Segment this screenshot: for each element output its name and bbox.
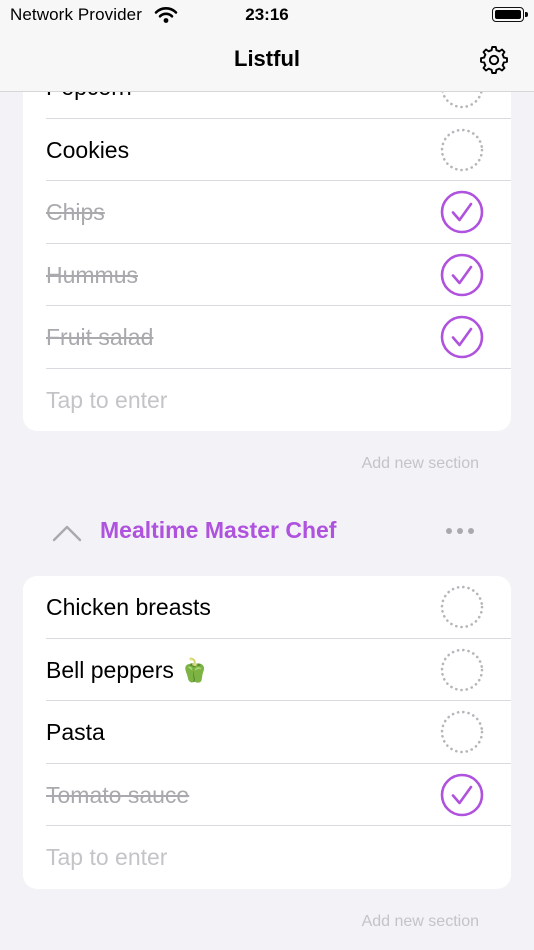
ellipsis-icon[interactable] — [444, 526, 476, 536]
new-item-input[interactable]: Tap to enter — [23, 369, 511, 431]
status-bar: Network Provider 23:16 — [0, 0, 534, 30]
item-label: Tomato sauce — [46, 781, 190, 808]
new-item-placeholder[interactable]: Tap to enter — [46, 826, 167, 888]
list-item[interactable]: Fruit salad — [23, 306, 511, 369]
item-label: Fruit salad — [46, 324, 154, 351]
new-item-placeholder[interactable]: Tap to enter — [46, 369, 167, 431]
list-item[interactable]: Chicken breasts — [23, 576, 511, 639]
section-2-card: Chicken breasts Bell peppers 🫑 Pasta Tom… — [23, 576, 511, 889]
unchecked-circle-icon[interactable] — [440, 585, 484, 629]
list-item[interactable]: Chips — [23, 181, 511, 244]
item-label: Chicken breasts — [46, 594, 211, 620]
list-item[interactable]: Cookies — [23, 119, 511, 182]
item-label: Hummus — [46, 261, 139, 288]
gear-icon[interactable] — [478, 44, 510, 76]
section-1-card: Popcorn Cookies Chips Hummus Fruit salad… — [23, 56, 511, 431]
add-new-section-button[interactable]: Add new section — [362, 455, 479, 473]
section-header: Mealtime Master Chef — [0, 508, 534, 556]
new-item-input[interactable]: Tap to enter — [23, 826, 511, 889]
item-label: Chips — [46, 199, 105, 226]
section-title[interactable]: Mealtime Master Chef — [100, 517, 336, 544]
checkmark-circle-icon[interactable] — [440, 315, 484, 359]
list-item[interactable]: Bell peppers 🫑 — [23, 639, 511, 702]
clock: 23:16 — [245, 5, 289, 24]
list-item[interactable]: Tomato sauce — [23, 764, 511, 827]
list-item[interactable]: Pasta — [23, 701, 511, 764]
unchecked-circle-icon[interactable] — [440, 648, 484, 692]
unchecked-circle-icon[interactable] — [440, 710, 484, 754]
checkmark-circle-icon[interactable] — [440, 190, 484, 234]
list-item[interactable]: Hummus — [23, 244, 511, 307]
checkmark-circle-icon[interactable] — [440, 773, 484, 817]
item-label: Bell peppers 🫑 — [46, 656, 209, 683]
battery-icon — [492, 7, 528, 22]
add-new-section-button[interactable]: Add new section — [362, 913, 479, 931]
item-label: Pasta — [46, 719, 105, 746]
unchecked-circle-icon[interactable] — [440, 128, 484, 172]
top-bar: Network Provider 23:16 Listful — [0, 0, 534, 92]
chevron-up-icon[interactable] — [52, 524, 82, 542]
checkmark-circle-icon[interactable] — [440, 253, 484, 297]
page-title: Listful — [234, 46, 300, 71]
item-label: Cookies — [46, 136, 130, 163]
